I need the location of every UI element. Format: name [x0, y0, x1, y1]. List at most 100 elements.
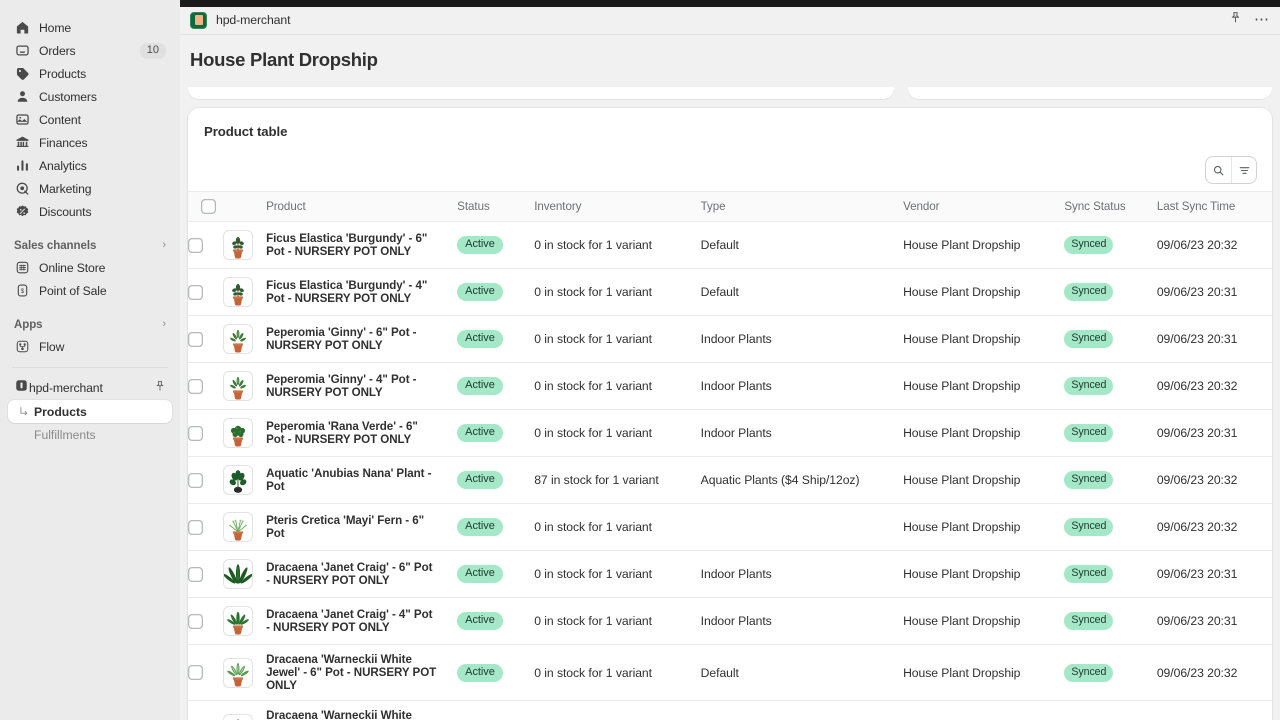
product-name: Dracaena 'Janet Craig' - 4" Pot - NURSER…	[266, 608, 433, 635]
cell-product[interactable]: Aquatic 'Anubias Nana' Plant - Pot	[266, 456, 458, 505]
sidebar-section-sales-channels[interactable]: Sales channels ›	[8, 235, 172, 256]
row-checkbox[interactable]	[188, 613, 203, 629]
sidebar-item-home[interactable]: Home	[8, 16, 172, 39]
row-checkbox[interactable]	[188, 284, 203, 300]
sidebar-item-merchant-fulfillments[interactable]: Fulfillments	[8, 423, 172, 446]
pin-icon[interactable]	[1229, 11, 1242, 29]
select-all-checkbox[interactable]	[201, 199, 216, 215]
sidebar-section-apps[interactable]: Apps ›	[8, 314, 172, 335]
cell-product[interactable]: Peperomia 'Rana Verde' - 6" Pot - NURSER…	[266, 409, 458, 458]
row-checkbox[interactable]	[188, 519, 203, 535]
scroll-container[interactable]: Product table Product Status Inventory T…	[180, 87, 1280, 720]
column-header-last-sync-time[interactable]: Last Sync Time	[1156, 191, 1272, 223]
cell-inventory: 0 in stock for 1 variant	[534, 701, 700, 720]
cell-last-sync-time: 09/06/23 20:31	[1156, 409, 1272, 458]
pin-icon[interactable]	[154, 379, 166, 397]
cell-product[interactable]: Ficus Elastica 'Burgundy' - 4" Pot - NUR…	[266, 268, 458, 317]
column-header-type[interactable]: Type	[700, 191, 904, 223]
cell-product[interactable]: Dracaena 'Janet Craig' - 4" Pot - NURSER…	[266, 597, 458, 646]
sidebar-item-discounts[interactable]: Discounts	[8, 200, 172, 223]
table-row[interactable]: Peperomia 'Rana Verde' - 6" Pot - NURSER…	[188, 409, 1272, 458]
table-row[interactable]: Ficus Elastica 'Burgundy' - 6" Pot - NUR…	[188, 221, 1272, 270]
cell-last-sync-time: 09/06/23 20:31	[1156, 597, 1272, 646]
row-checkbox[interactable]	[188, 378, 203, 394]
product-thumbnail	[222, 465, 253, 496]
search-icon[interactable]	[1206, 157, 1231, 183]
column-header-vendor[interactable]: Vendor	[903, 191, 1065, 223]
row-checkbox[interactable]	[188, 237, 203, 253]
table-row[interactable]: Dracaena 'Janet Craig' - 4" Pot - NURSER…	[188, 597, 1272, 646]
cell-sync-status: Synced	[1064, 550, 1157, 599]
sidebar-item-label: Analytics	[39, 158, 87, 173]
cell-type: Indoor Plants	[700, 597, 904, 646]
sidebar-item-flow[interactable]: Flow	[8, 335, 172, 358]
sidebar-item-orders[interactable]: Orders 10	[8, 39, 172, 62]
cell-sync-status: Synced	[1064, 268, 1157, 317]
row-checkbox-cell	[188, 362, 223, 411]
row-checkbox[interactable]	[188, 331, 203, 347]
row-checkbox[interactable]	[188, 665, 203, 681]
sidebar-item-point-of-sale[interactable]: $ Point of Sale	[8, 279, 172, 302]
cell-inventory: 0 in stock for 1 variant	[534, 503, 701, 552]
table-row[interactable]: Dracaena 'Warneckii White Jewel' - 4" Po…	[188, 701, 1272, 720]
product-table-card: Product table Product Status Inventory T…	[188, 108, 1272, 720]
cell-product[interactable]: Dracaena 'Warneckii White Jewel' - 6" Po…	[266, 644, 458, 702]
table-row[interactable]: Dracaena 'Janet Craig' - 6" Pot - NURSER…	[188, 550, 1272, 599]
cell-product[interactable]: Pteris Cretica 'Mayi' Fern - 6" Pot	[266, 503, 458, 552]
sidebar-item-merchant-products[interactable]: Products	[8, 400, 172, 423]
sidebar-item-marketing[interactable]: Marketing	[8, 177, 172, 200]
bar-chart-icon	[14, 157, 31, 174]
filter-icon[interactable]	[1231, 157, 1256, 184]
table-row[interactable]: Aquatic 'Anubias Nana' Plant - Pot Active…	[188, 456, 1272, 505]
row-thumbnail-cell	[222, 456, 267, 505]
table-body: Ficus Elastica 'Burgundy' - 6" Pot - NUR…	[188, 221, 1272, 720]
cell-product[interactable]: Peperomia 'Ginny' - 4" Pot - NURSERY POT…	[266, 362, 458, 411]
column-header-sync-status[interactable]: Sync Status	[1064, 191, 1157, 223]
row-checkbox[interactable]	[188, 566, 203, 582]
cell-sync-status: Synced	[1064, 597, 1157, 646]
row-checkbox[interactable]	[188, 425, 203, 441]
column-header-inventory[interactable]: Inventory	[534, 191, 701, 223]
cell-product[interactable]: Ficus Elastica 'Burgundy' - 6" Pot - NUR…	[266, 221, 458, 270]
sidebar-item-label: Marketing	[39, 181, 92, 196]
more-horizontal-icon[interactable]: ⋯	[1254, 12, 1270, 27]
sidebar-item-analytics[interactable]: Analytics	[8, 154, 172, 177]
cell-product[interactable]: Dracaena 'Janet Craig' - 6" Pot - NURSER…	[266, 550, 458, 599]
chevron-right-icon[interactable]: ›	[162, 240, 166, 251]
table-row[interactable]: Dracaena 'Warneckii White Jewel' - 6" Po…	[188, 644, 1272, 702]
table-row[interactable]: Peperomia 'Ginny' - 4" Pot - NURSERY POT…	[188, 362, 1272, 411]
column-header-product[interactable]: Product	[266, 191, 458, 223]
cell-sync-status: Synced	[1064, 701, 1156, 720]
inbox-icon	[14, 42, 31, 59]
product-name: Peperomia 'Rana Verde' - 6" Pot - NURSER…	[266, 420, 418, 447]
sidebar-item-online-store[interactable]: Online Store	[8, 256, 172, 279]
cell-vendor: House Plant Dropship	[903, 503, 1065, 552]
sync-status-badge: Synced	[1064, 283, 1114, 302]
cell-vendor: House Plant Dropship	[903, 409, 1065, 458]
sidebar: Home Orders 10 Products Customers Conten…	[0, 0, 180, 720]
sidebar-item-label: Content	[39, 112, 81, 127]
chevron-right-icon[interactable]: ›	[162, 319, 166, 330]
cell-vendor: House Plant Dropship	[903, 315, 1065, 364]
sync-status-badge: Synced	[1064, 612, 1114, 631]
sidebar-item-finances[interactable]: Finances	[8, 131, 172, 154]
column-header-status[interactable]: Status	[457, 191, 535, 223]
sidebar-item-products[interactable]: Products	[8, 62, 172, 85]
product-thumbnail	[222, 230, 253, 261]
table-row[interactable]: Pteris Cretica 'Mayi' Fern - 6" Pot Activ…	[188, 503, 1272, 552]
sidebar-item-content[interactable]: Content	[8, 108, 172, 131]
sidebar-item-customers[interactable]: Customers	[8, 85, 172, 108]
person-icon	[14, 88, 31, 105]
row-checkbox[interactable]	[188, 472, 203, 488]
status-badge: Active	[457, 612, 503, 631]
cell-last-sync-time: 09/06/23 20:31	[1156, 268, 1272, 317]
product-name: Dracaena 'Warneckii White Jewel' - 6" Po…	[266, 653, 437, 693]
cell-product[interactable]: Peperomia 'Ginny' - 6" Pot - NURSERY POT…	[266, 315, 458, 364]
sidebar-item-merchant[interactable]: hpd-merchant	[8, 376, 172, 400]
product-name: Peperomia 'Ginny' - 6" Pot - NURSERY POT…	[266, 326, 417, 353]
cell-last-sync-time: 09/06/23 20:31	[1156, 315, 1272, 364]
product-name: Ficus Elastica 'Burgundy' - 6" Pot - NUR…	[266, 232, 428, 259]
table-row[interactable]: Ficus Elastica 'Burgundy' - 4" Pot - NUR…	[188, 268, 1272, 317]
table-row[interactable]: Peperomia 'Ginny' - 6" Pot - NURSERY POT…	[188, 315, 1272, 364]
cell-product[interactable]: Dracaena 'Warneckii White Jewel' - 4" Po…	[266, 701, 457, 720]
